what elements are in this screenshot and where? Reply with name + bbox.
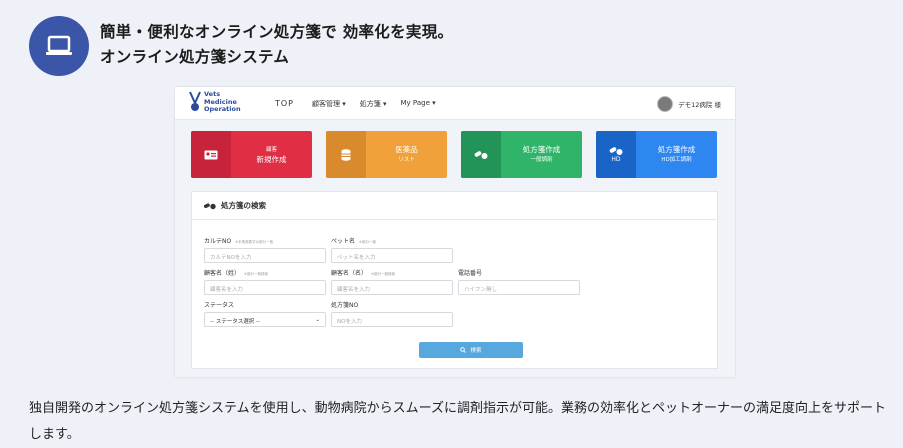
chevron-down-icon: ⌄ <box>315 317 320 323</box>
nav-customers-label: 顧客管理 <box>312 100 341 108</box>
pet-label: ペット名 <box>331 238 356 245</box>
search-panel: 処方箋の検索 カルテNO ※半角英数字の部分一致 カルテNOを入力 ペット名 ※部分… <box>191 191 718 369</box>
phone-label: 電話番号 <box>458 270 483 277</box>
card-rx-general[interactable]: 処方箋作成 一般調剤 <box>461 131 582 178</box>
first-name-field-group: 顧客名（名） ※部分一致検索 顧客名を入力 <box>331 268 453 295</box>
chevron-down-icon: ▾ <box>342 100 346 108</box>
app-logo[interactable]: Vets Medicine Operation <box>189 90 241 114</box>
last-name-field-group: 顧客名（姓） ※部分一致検索 顧客名を入力 <box>204 268 326 295</box>
id-card-icon <box>191 131 231 178</box>
first-name-label: 顧客名（名） <box>331 270 368 277</box>
search-panel-title: 処方箋の検索 <box>221 201 266 210</box>
logo-line3: Operation <box>204 105 241 113</box>
card-sub: HD加工調剤 <box>661 156 692 163</box>
pills-icon <box>204 202 216 209</box>
hero-title-line1: 簡単・便利なオンライン処方箋で 効率化を実現。 <box>100 23 454 41</box>
user-name: デモ12病院 様 <box>678 101 721 109</box>
rxno-field-group: 処方箋NO NOを入力 <box>331 300 453 327</box>
phone-input[interactable]: ハイフン無し <box>458 280 580 295</box>
rxno-input[interactable]: NOを入力 <box>331 312 453 327</box>
card-label: 処方箋作成 <box>657 144 696 154</box>
search-panel-header: 処方箋の検索 <box>192 192 717 220</box>
chevron-down-icon: ▾ <box>383 100 387 108</box>
status-field-group: ステータス -- ステータス選択 -- ⌄ <box>204 300 326 327</box>
status-select[interactable]: -- ステータス選択 -- ⌄ <box>204 312 326 327</box>
status-select-value: -- ステータス選択 -- <box>210 319 260 325</box>
pills-icon <box>461 131 501 178</box>
card-rx-hd[interactable]: HD 処方箋作成 HD加工調剤 <box>596 131 717 178</box>
card-label: 医薬品 <box>395 144 418 154</box>
status-label: ステータス <box>204 302 235 309</box>
app-screenshot: Vets Medicine Operation TOP 顧客管理 ▾ 処方箋 ▾… <box>175 87 735 377</box>
pet-hint: ※部分一致 <box>359 240 376 244</box>
main-nav: TOP 顧客管理 ▾ 処方箋 ▾ My Page ▾ <box>275 99 436 109</box>
laptop-icon <box>29 16 89 76</box>
karte-field-group: カルテNO ※半角英数字の部分一致 カルテNOを入力 <box>204 236 326 263</box>
last-name-hint: ※部分一致検索 <box>244 272 268 276</box>
nav-mypage-label: My Page <box>400 99 430 107</box>
hero-title-line2: オンライン処方箋システム <box>100 48 290 66</box>
search-button[interactable]: 検索 <box>419 342 523 358</box>
card-label: 処方箋作成 <box>522 144 561 154</box>
karte-label: カルテNO <box>204 238 232 245</box>
first-name-input[interactable]: 顧客名を入力 <box>331 280 453 295</box>
card-icon-wrap: HD <box>596 131 636 178</box>
user-menu[interactable]: デモ12病院 様 <box>657 96 721 112</box>
main-content: 顧客 新規作成 医薬品リスト 処方箋作成一般調剤 HD 処方箋作成 HD加工調剤 処… <box>175 120 735 377</box>
card-sub: 一般調剤 <box>530 156 553 163</box>
nav-mypage[interactable]: My Page ▾ <box>401 99 436 109</box>
hd-badge: HD <box>611 156 621 163</box>
nav-customers[interactable]: 顧客管理 ▾ <box>312 99 346 109</box>
caption-text: 独自開発のオンライン処方箋システムを使用し、動物病院からスムーズに調剤指示が可能… <box>29 401 886 442</box>
card-new-customer[interactable]: 顧客 新規作成 <box>191 131 312 178</box>
phone-field-group: 電話番号 ハイフン無し <box>458 268 580 295</box>
rxno-label: 処方箋NO <box>331 302 359 309</box>
pet-field-group: ペット名 ※部分一致 ペット名を入力 <box>331 236 453 263</box>
logo-mark-icon <box>189 91 201 112</box>
quick-action-cards: 顧客 新規作成 医薬品リスト 処方箋作成一般調剤 HD 処方箋作成 HD加工調剤 <box>191 131 717 178</box>
nav-top[interactable]: TOP <box>275 99 294 109</box>
nav-prescriptions-label: 処方箋 <box>359 100 381 108</box>
avatar <box>657 96 674 112</box>
card-sub: 新規作成 <box>256 154 287 164</box>
pills-icon <box>609 147 623 155</box>
database-icon <box>326 131 366 178</box>
card-sub: リスト <box>398 156 415 163</box>
card-medicine-list[interactable]: 医薬品 リスト <box>326 131 447 178</box>
hero-title: 簡単・便利なオンライン処方箋で 効率化を実現。 オンライン処方箋システム <box>100 20 453 70</box>
karte-hint: ※半角英数字の部分一致 <box>235 240 274 244</box>
app-header: Vets Medicine Operation TOP 顧客管理 ▾ 処方箋 ▾… <box>175 87 735 120</box>
search-button-label: 検索 <box>470 348 482 354</box>
last-name-input[interactable]: 顧客名を入力 <box>204 280 326 295</box>
chevron-down-icon: ▾ <box>432 99 436 107</box>
card-label: 顧客 <box>265 146 277 153</box>
nav-prescriptions[interactable]: 処方箋 ▾ <box>360 99 387 109</box>
first-name-hint: ※部分一致検索 <box>371 272 395 276</box>
pet-input[interactable]: ペット名を入力 <box>331 248 453 263</box>
karte-input[interactable]: カルテNOを入力 <box>204 248 326 263</box>
last-name-label: 顧客名（姓） <box>204 270 241 277</box>
search-icon <box>460 347 467 353</box>
